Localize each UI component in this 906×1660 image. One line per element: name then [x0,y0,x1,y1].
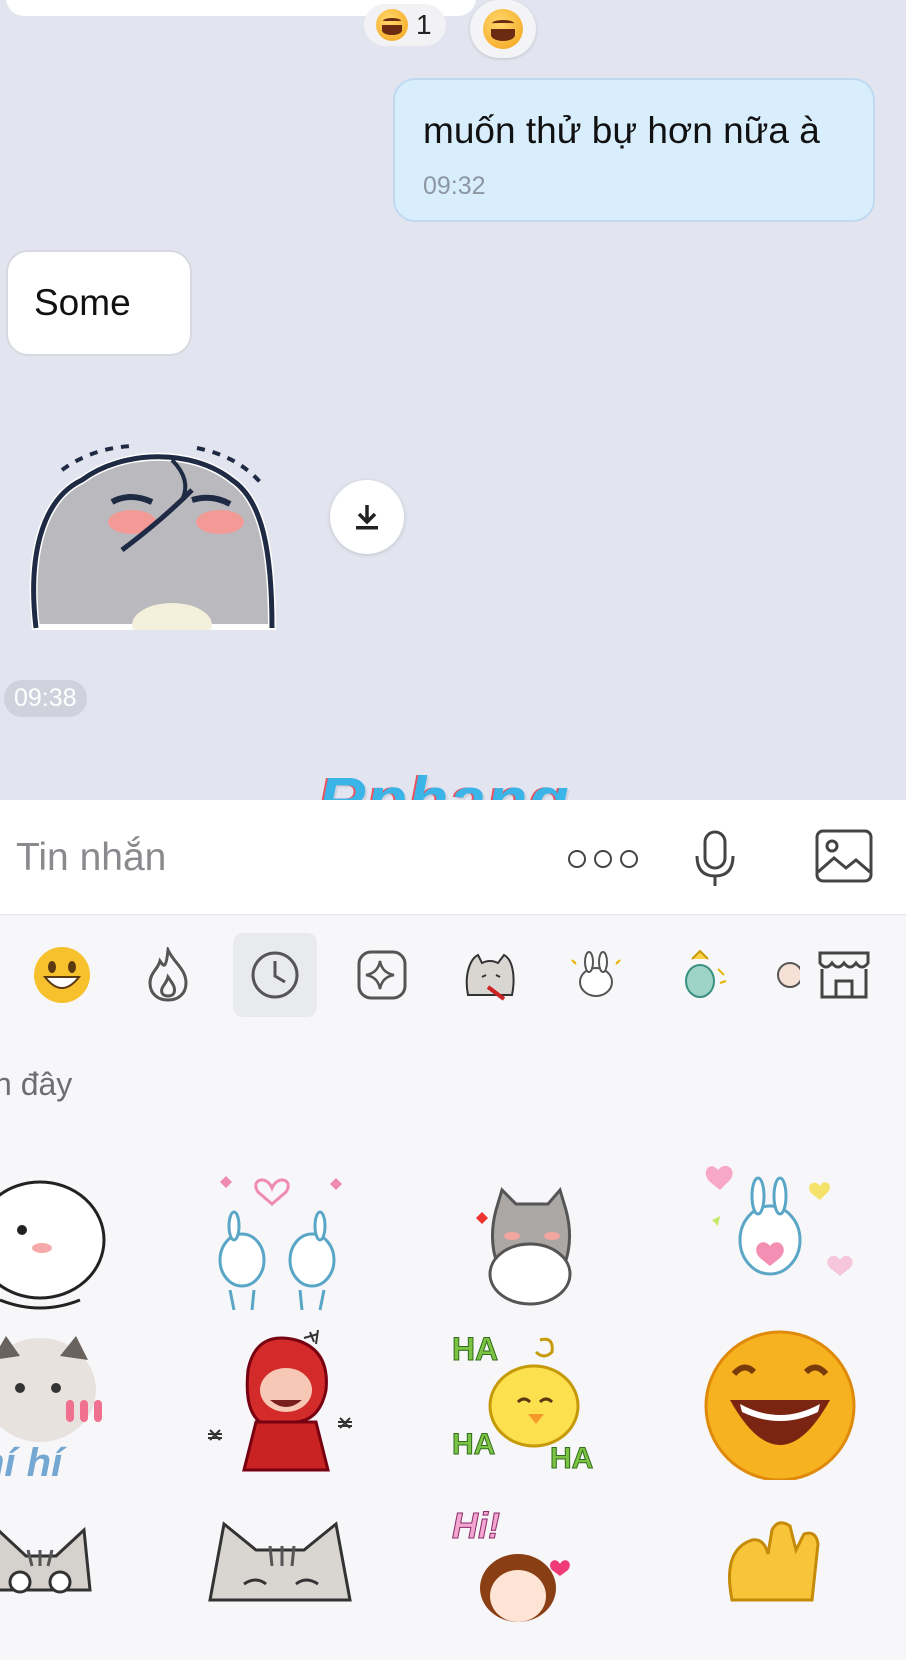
tab-emoji[interactable] [20,933,104,1017]
sticker-tabby-cat[interactable] [0,1510,150,1660]
emoji-icon [34,947,90,1003]
sticker-hi-girl[interactable]: Hi! [448,1504,618,1654]
message-input[interactable]: Tin nhắn [16,836,166,880]
tab-cat-pack[interactable] [448,933,532,1017]
sticker-store-button[interactable] [802,933,886,1017]
clock-icon [251,951,299,999]
image-gallery-icon[interactable] [814,828,874,884]
tab-bunny-pack[interactable] [554,933,638,1017]
add-reaction-button[interactable] [470,0,536,58]
sticker-text: HA [550,1442,593,1475]
incoming-message-bubble[interactable]: Some [6,250,192,356]
sticker-waving-hand[interactable] [712,1510,882,1660]
store-icon [818,951,870,999]
watermark-logo: Rphang [318,763,570,800]
tab-cactus-pack[interactable] [660,933,744,1017]
more-options-button[interactable] [568,850,638,868]
laughing-face-icon [483,9,523,49]
microphone-icon[interactable] [692,828,738,890]
download-icon [356,505,378,530]
tab-trending[interactable] [126,933,210,1017]
cactus-sticker-pack-icon [685,949,727,998]
sticker-crying-laugh-girl[interactable] [200,1330,370,1480]
sticker-bunny-hearts[interactable] [700,1160,870,1310]
seal-sticker-message[interactable] [22,440,284,630]
sticker-white-blob[interactable] [0,1170,140,1320]
sticker-tab-bar [0,915,906,1035]
sticker-text: HA [452,1331,498,1367]
partial-sticker-pack-icon [777,962,800,988]
tab-recent[interactable] [233,933,317,1017]
sticker-timestamp: 09:38 [4,680,87,717]
sticker-text: hí hí [0,1441,67,1480]
message-text: muốn thử bự hơn nữa à [423,110,820,151]
sticker-text: Hi! [452,1505,500,1546]
section-label-recent: n đây [0,1066,73,1102]
chat-area: 1 muốn thử bự hơn nữa à 09:32 Some 09:38… [0,0,906,800]
laughing-face-icon [376,9,408,41]
dot-icon [594,850,612,868]
tab-ai-sticker[interactable] [340,933,424,1017]
download-button[interactable] [330,480,404,554]
reaction-count-pill[interactable]: 1 [364,4,446,46]
fire-icon [148,947,188,1002]
dot-icon [568,850,586,868]
cat-sticker-pack-icon [465,953,515,1001]
bunny-sticker-pack-icon [571,951,621,997]
message-input-bar: Tin nhắn [0,800,906,915]
message-text: Some [34,282,131,323]
message-time: 09:32 [423,172,486,200]
sticker-grumpy-cat[interactable] [200,1510,370,1660]
sticker-laughing-emoji[interactable] [700,1330,870,1480]
reaction-count: 1 [416,9,432,40]
sticker-text: HA [452,1428,495,1461]
outgoing-message-bubble[interactable]: muốn thử bự hơn nữa à 09:32 [393,78,875,222]
sticker-cat-photo-hihi[interactable]: hí hí [0,1330,150,1480]
sticker-chick-haha[interactable]: HA HA HA [448,1330,618,1480]
sticker-bunny-couple[interactable] [200,1170,370,1320]
sparkle-icon [357,950,407,1000]
tab-partial-pack[interactable] [770,933,800,1017]
sticker-cat-hug[interactable] [468,1170,638,1320]
dot-icon [620,850,638,868]
